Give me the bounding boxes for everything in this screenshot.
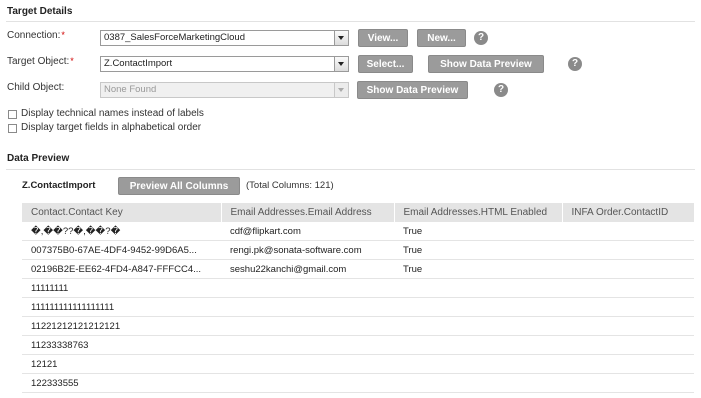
table-cell (562, 373, 694, 393)
new-connection-button[interactable]: New... (417, 29, 466, 47)
column-header[interactable]: Contact.Contact Key (22, 203, 222, 222)
view-connection-button[interactable]: View... (358, 29, 408, 47)
dropdown-arrow-icon[interactable] (334, 57, 348, 71)
table-cell: True (394, 222, 562, 241)
table-cell: rengi.pk@sonata-software.com (221, 240, 394, 260)
preview-all-columns-button[interactable]: Preview All Columns (118, 177, 240, 195)
child-object-select-value: None Found (104, 84, 157, 95)
table-cell: 111111111111111111 (22, 297, 221, 317)
section-divider (6, 169, 695, 170)
select-target-object-button[interactable]: Select... (358, 55, 413, 73)
table-cell (562, 222, 694, 241)
dropdown-arrow-icon (334, 83, 348, 97)
table-row: 007375B0-67AE-4DF4-9452-99D6A5... rengi.… (22, 240, 694, 260)
table-cell (562, 240, 694, 260)
table-cell: seshu22kanchi@gmail.com (221, 259, 394, 279)
table-cell (221, 297, 394, 317)
table-cell: True (394, 240, 562, 260)
table-cell (394, 354, 562, 374)
column-header[interactable]: Email Addresses.HTML Enabled (394, 203, 563, 222)
target-object-label: Target Object:* (7, 56, 74, 67)
table-header-row: Contact.Contact Key Email Addresses.Emai… (22, 203, 695, 222)
preview-object-name: Z.ContactImport (22, 180, 96, 191)
table-row: 11221212121212121 (22, 316, 694, 336)
connection-label: Connection:* (7, 30, 65, 41)
table-row: 02196B2E-EE62-4FD4-A847-FFFCC4... seshu2… (22, 259, 694, 279)
table-cell: �,��??�,��?� (22, 222, 221, 241)
table-cell: 11233338763 (22, 335, 221, 355)
dropdown-arrow-icon[interactable] (334, 31, 348, 45)
target-object-select[interactable]: Z.ContactImport (100, 56, 349, 72)
required-marker: * (61, 30, 65, 40)
table-row: �,��??�,��?� cdf@flipkart.com True (22, 222, 694, 241)
table-row: 111111111111111111 (22, 297, 694, 317)
target-object-label-text: Target Object: (7, 56, 70, 67)
table-row: 11111111 (22, 278, 694, 298)
connection-label-text: Connection: (7, 30, 61, 41)
table-cell (562, 335, 694, 355)
alphabetical-order-checkbox[interactable] (8, 124, 17, 133)
table-cell (221, 354, 394, 374)
child-object-select: None Found (100, 82, 349, 98)
table-row: 11233338763 (22, 335, 694, 355)
table-cell (562, 354, 694, 374)
table-cell (562, 297, 694, 317)
data-preview-table: Contact.Contact Key Email Addresses.Emai… (22, 203, 695, 393)
target-object-select-value: Z.ContactImport (104, 58, 173, 69)
total-columns-count: (Total Columns: 121) (246, 180, 334, 191)
column-header[interactable]: Email Addresses.Email Address (221, 203, 395, 222)
data-preview-title: Data Preview (7, 153, 70, 164)
table-cell: 11111111 (22, 278, 221, 298)
required-marker: * (70, 56, 74, 66)
table-row: 122333555 (22, 373, 694, 393)
table-cell: 007375B0-67AE-4DF4-9452-99D6A5... (22, 240, 221, 260)
table-cell: 11221212121212121 (22, 316, 221, 336)
table-cell (221, 335, 394, 355)
table-cell: 122333555 (22, 373, 221, 393)
table-cell (562, 259, 694, 279)
table-cell: 12121 (22, 354, 221, 374)
target-show-data-preview-button[interactable]: Show Data Preview (428, 55, 544, 73)
table-cell (221, 316, 394, 336)
table-cell (221, 373, 394, 393)
table-cell (394, 335, 562, 355)
column-header[interactable]: INFA Order.ContactID (562, 203, 695, 222)
table-cell (394, 373, 562, 393)
help-icon[interactable]: ? (568, 57, 582, 71)
table-cell: cdf@flipkart.com (221, 222, 394, 241)
help-icon[interactable]: ? (494, 83, 508, 97)
help-icon[interactable]: ? (474, 31, 488, 45)
child-show-data-preview-button[interactable]: Show Data Preview (357, 81, 468, 99)
child-object-label: Child Object: (7, 82, 65, 93)
section-divider (6, 21, 695, 22)
alphabetical-order-label: Display target fields in alphabetical or… (21, 122, 202, 133)
table-cell: 02196B2E-EE62-4FD4-A847-FFFCC4... (22, 259, 221, 279)
target-details-title: Target Details (7, 6, 73, 17)
technical-names-label: Display technical names instead of label… (21, 108, 204, 119)
table-cell (562, 316, 694, 336)
connection-select[interactable]: 0387_SalesForceMarketingCloud (100, 30, 349, 46)
table-cell (394, 297, 562, 317)
table-cell (562, 278, 694, 298)
technical-names-checkbox[interactable] (8, 110, 17, 119)
connection-select-value: 0387_SalesForceMarketingCloud (104, 32, 245, 43)
table-cell: True (394, 259, 562, 279)
table-cell (394, 316, 562, 336)
table-cell (394, 278, 562, 298)
table-cell (221, 278, 394, 298)
table-row: 12121 (22, 354, 694, 374)
